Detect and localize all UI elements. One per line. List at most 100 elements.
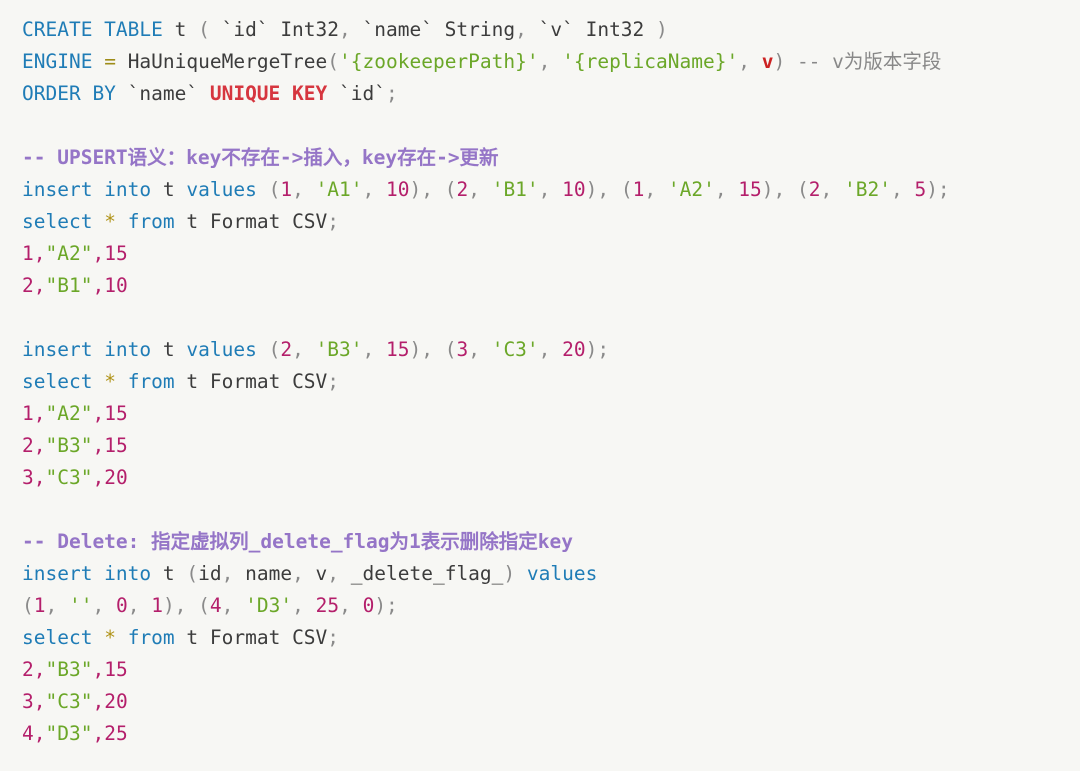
code-token: 1 (632, 178, 645, 201)
code-token: 20 (104, 466, 128, 489)
code-token: '' (68, 594, 93, 617)
code-line: -- Delete: 指定虚拟列_delete_flag为1表示删除指定key (22, 526, 1080, 558)
code-token: 1 (280, 178, 293, 201)
code-token: "D3" (45, 722, 93, 745)
code-token: , (738, 50, 762, 73)
code-token: name (245, 562, 293, 585)
code-token: * (104, 626, 116, 649)
code-token: id (198, 562, 222, 585)
code-token: 'A1' (315, 178, 363, 201)
code-token: values (186, 178, 257, 201)
code-token: , (515, 18, 527, 41)
code-token: , (644, 178, 668, 201)
code-token: , (33, 402, 46, 425)
code-token: ( (198, 18, 210, 41)
code-token: t Format CSV (174, 370, 328, 393)
code-token: `id` Int32 (209, 18, 340, 41)
code-line: select * from t Format CSV; (22, 622, 1080, 654)
code-token: 20 (562, 338, 586, 361)
code-token: , (92, 594, 116, 617)
code-token: CREATE TABLE (22, 18, 163, 41)
code-token: ); (374, 594, 398, 617)
code-token: 20 (104, 690, 128, 713)
code-token: , (292, 338, 316, 361)
code-token: = (104, 50, 116, 73)
code-token: ; (327, 626, 340, 649)
code-line: 2,"B3",15 (22, 654, 1080, 686)
code-token: insert into (22, 178, 152, 201)
code-token: , (92, 658, 105, 681)
code-token: _delete_flag_ (350, 562, 504, 585)
code-token: 'B1' (491, 178, 539, 201)
code-token: v (761, 50, 774, 73)
sql-code-block[interactable]: CREATE TABLE t ( `id` Int32, `name` Stri… (0, 0, 1080, 750)
code-token: "A2" (45, 242, 93, 265)
code-token: , (33, 242, 46, 265)
code-line: ORDER BY `name` UNIQUE KEY `id`; (22, 78, 1080, 110)
code-token: ( (186, 562, 199, 585)
code-token: , (714, 178, 739, 201)
code-token: ENGINE (22, 50, 93, 73)
code-line: 1,"A2",15 (22, 398, 1080, 430)
code-token: , (362, 178, 387, 201)
code-token: from (127, 370, 175, 393)
code-token: 'D3' (245, 594, 293, 617)
code-token: t (151, 562, 187, 585)
code-line: select * from t Format CSV; (22, 366, 1080, 398)
code-token: 1 (22, 402, 34, 425)
code-token: "A2" (45, 402, 93, 425)
code-token: `v` Int32 (526, 18, 657, 41)
code-token: select (22, 370, 93, 393)
code-token: , (339, 18, 351, 41)
code-token: 2 (22, 434, 34, 457)
code-token: , (33, 274, 46, 297)
code-token: , (92, 402, 105, 425)
code-token: 2 (280, 338, 293, 361)
code-token: ( (327, 50, 340, 73)
code-token: 15 (386, 338, 410, 361)
code-token: "B3" (45, 434, 93, 457)
code-token: 25 (315, 594, 340, 617)
code-token: , (33, 466, 46, 489)
code-token: , (468, 338, 492, 361)
code-token: 25 (104, 722, 128, 745)
code-token: t Format CSV (174, 210, 328, 233)
code-token: 10 (562, 178, 586, 201)
code-token: ), ( (409, 338, 457, 361)
code-token: -- UPSERT语义：key不存在->插入，key存在->更新 (22, 146, 499, 169)
code-token: , (820, 178, 844, 201)
code-token: 15 (104, 402, 128, 425)
code-token: v (315, 562, 328, 585)
code-token: ), ( (585, 178, 633, 201)
code-token: 2 (808, 178, 821, 201)
code-line: -- UPSERT语义：key不存在->插入，key存在->更新 (22, 142, 1080, 174)
code-token: `name` String (350, 18, 516, 41)
code-token: , (92, 466, 105, 489)
code-token: 5 (914, 178, 927, 201)
code-line: 4,"D3",25 (22, 718, 1080, 750)
code-token: t (151, 338, 187, 361)
code-line: select * from t Format CSV; (22, 206, 1080, 238)
code-line: 3,"C3",20 (22, 686, 1080, 718)
code-token: , (327, 562, 351, 585)
code-token: 15 (104, 434, 128, 457)
code-token: ; (385, 82, 398, 105)
code-token: 3 (22, 690, 34, 713)
code-token: ( (268, 178, 281, 201)
code-token: 'A2' (667, 178, 715, 201)
code-token: UNIQUE KEY (209, 82, 328, 105)
code-token: , (92, 722, 105, 745)
code-token: values (186, 338, 257, 361)
code-token: t (162, 18, 199, 41)
code-token: '{zookeeperPath}' (339, 50, 539, 73)
code-token: t Format CSV (174, 626, 328, 649)
code-token: select (22, 626, 93, 649)
